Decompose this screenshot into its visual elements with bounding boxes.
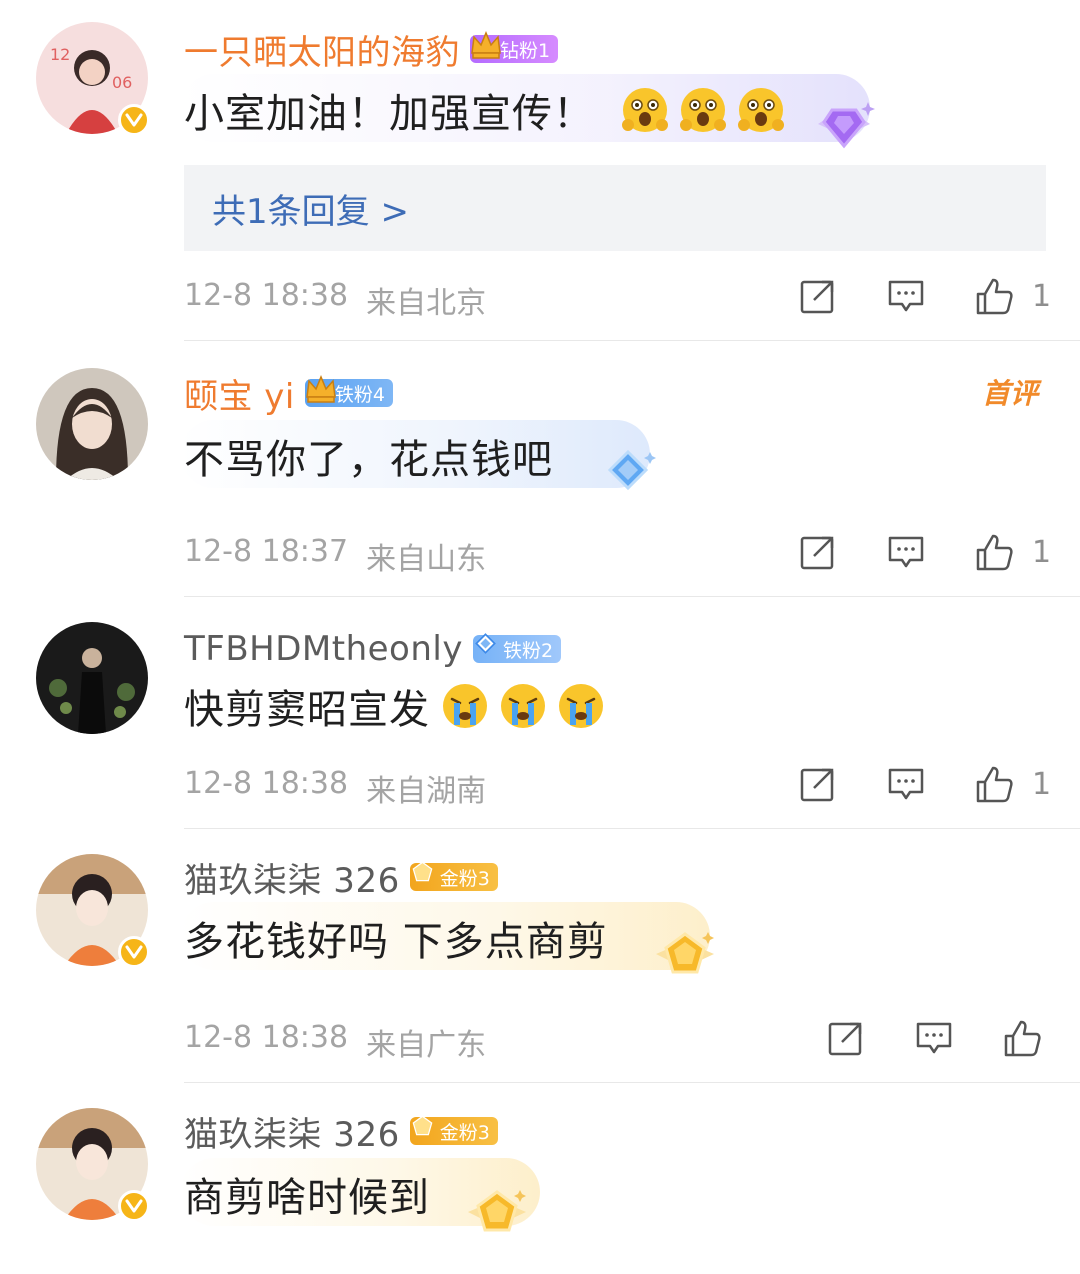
fan-badge: 金粉3 bbox=[409, 1115, 498, 1145]
location: 来自广东 bbox=[366, 1028, 487, 1063]
comment-text: 商剪啥时候到 bbox=[184, 1175, 430, 1221]
comment-icon[interactable] bbox=[886, 532, 926, 572]
avatar[interactable] bbox=[36, 1108, 150, 1222]
timestamp: 12-8 18:38 bbox=[184, 278, 349, 313]
location: 来自湖南 bbox=[366, 774, 487, 809]
fan-badge: 钻粉1 bbox=[470, 31, 559, 63]
thumbs-up-icon[interactable] bbox=[974, 764, 1014, 804]
gold-gem-icon bbox=[412, 1115, 433, 1136]
gold-gem-decoration-icon bbox=[468, 1190, 526, 1232]
comment-icon[interactable] bbox=[886, 764, 926, 804]
comment-text-row: 商剪啥时候到 bbox=[184, 1164, 430, 1224]
comment-text-row: 不骂你了，花点钱吧 bbox=[184, 426, 553, 486]
comment-item: 12 06 一只晒太阳的海豹 钻粉1 小室加油！加强宣传！ 共1条回复 > 12… bbox=[0, 0, 1080, 340]
verified-v-icon bbox=[118, 1190, 150, 1222]
like-count: 1 bbox=[1032, 534, 1052, 570]
comment-item: 猫玖柒柒 326 金粉3 商剪啥时候到 bbox=[0, 1082, 1080, 1274]
fan-badge: 铁粉4 bbox=[304, 375, 393, 407]
username[interactable]: TFBHDMtheonly bbox=[184, 629, 463, 669]
location: 来自北京 bbox=[366, 286, 487, 321]
like-count: 1 bbox=[1032, 278, 1052, 314]
comment-item: 颐宝 yi 铁粉4 首评 不骂你了，花点钱吧 12-8 18:37 来自山东 1 bbox=[0, 340, 1080, 596]
comment-meta: 12-8 18:38 来自湖南 bbox=[184, 766, 486, 810]
comment-text: 不骂你了，花点钱吧 bbox=[184, 437, 553, 483]
like-count: 1 bbox=[1032, 766, 1052, 802]
avatar[interactable] bbox=[36, 622, 148, 734]
username-row: 一只晒太阳的海豹 钻粉1 bbox=[184, 24, 559, 74]
crying-emoji-icon bbox=[498, 681, 548, 731]
view-replies-link[interactable]: 共1条回复 > bbox=[184, 165, 1046, 251]
thumbs-up-icon[interactable] bbox=[974, 276, 1014, 316]
avatar[interactable] bbox=[36, 368, 148, 480]
comment-item: 猫玖柒柒 326 金粉3 多花钱好吗 下多点商剪 12-8 18:38 来自广东 bbox=[0, 828, 1080, 1082]
fan-badge: 铁粉2 bbox=[472, 633, 562, 663]
grinning-emoji-icon bbox=[678, 85, 728, 135]
share-icon[interactable] bbox=[798, 764, 838, 804]
svg-text:12: 12 bbox=[50, 45, 70, 64]
location: 来自山东 bbox=[366, 542, 487, 577]
comment-meta: 12-8 18:38 来自北京 bbox=[184, 278, 486, 322]
username[interactable]: 猫玖柒柒 326 bbox=[184, 1107, 400, 1156]
username-row: 猫玖柒柒 326 金粉3 bbox=[184, 1106, 498, 1156]
comment-icon[interactable] bbox=[886, 276, 926, 316]
comment-icon[interactable] bbox=[914, 1018, 954, 1058]
grinning-emoji-icon bbox=[620, 85, 670, 135]
diamond-icon bbox=[475, 633, 496, 654]
verified-v-icon bbox=[118, 936, 150, 968]
comment-item: TFBHDMtheonly 铁粉2 快剪窦昭宣发 12-8 18:38 来自湖南… bbox=[0, 596, 1080, 828]
comment-actions bbox=[778, 1018, 1042, 1058]
diamond-decoration-icon bbox=[818, 102, 875, 149]
crying-emoji-icon bbox=[556, 681, 606, 731]
username-row: TFBHDMtheonly 铁粉2 bbox=[184, 624, 562, 674]
username-row: 猫玖柒柒 326 金粉3 bbox=[184, 852, 498, 902]
gold-gem-icon bbox=[412, 861, 433, 882]
avatar[interactable] bbox=[36, 854, 150, 968]
username[interactable]: 颐宝 yi bbox=[184, 369, 295, 418]
timestamp: 12-8 18:38 bbox=[184, 766, 349, 801]
svg-text:06: 06 bbox=[112, 73, 132, 92]
comment-text: 快剪窦昭宣发 bbox=[184, 687, 430, 733]
comment-text-row: 快剪窦昭宣发 bbox=[184, 676, 606, 736]
comment-actions: 1 bbox=[750, 764, 1052, 804]
crown-icon bbox=[306, 375, 336, 403]
username[interactable]: 一只晒太阳的海豹 bbox=[184, 25, 460, 74]
thumbs-up-icon[interactable] bbox=[974, 532, 1014, 572]
comment-meta: 12-8 18:38 来自广东 bbox=[184, 1020, 486, 1064]
comment-text: 小室加油！加强宣传！ bbox=[184, 91, 594, 137]
comment-actions: 1 bbox=[750, 532, 1052, 572]
fan-badge: 金粉3 bbox=[409, 861, 498, 891]
crying-emoji-icon bbox=[440, 681, 490, 731]
comment-meta: 12-8 18:37 来自山东 bbox=[184, 534, 486, 578]
comment-text-row: 小室加油！加强宣传！ bbox=[184, 80, 786, 140]
gold-gem-decoration-icon bbox=[656, 932, 714, 974]
username[interactable]: 猫玖柒柒 326 bbox=[184, 853, 400, 902]
timestamp: 12-8 18:37 bbox=[184, 534, 349, 569]
thumbs-up-icon[interactable] bbox=[1002, 1018, 1042, 1058]
first-comment-tag: 首评 bbox=[981, 377, 1038, 410]
crown-icon bbox=[471, 31, 501, 59]
share-icon[interactable] bbox=[798, 276, 838, 316]
grinning-emoji-icon bbox=[736, 85, 786, 135]
username-row: 颐宝 yi 铁粉4 bbox=[184, 368, 393, 418]
comment-actions: 1 bbox=[750, 276, 1052, 316]
timestamp: 12-8 18:38 bbox=[184, 1020, 349, 1055]
share-icon[interactable] bbox=[798, 532, 838, 572]
comment-text-row: 多花钱好吗 下多点商剪 bbox=[184, 908, 608, 968]
share-icon[interactable] bbox=[826, 1018, 866, 1058]
avatar[interactable]: 12 06 bbox=[36, 22, 150, 136]
comment-text: 多花钱好吗 下多点商剪 bbox=[184, 919, 608, 965]
diamond-decoration-icon bbox=[607, 449, 656, 491]
verified-v-icon bbox=[118, 104, 150, 136]
